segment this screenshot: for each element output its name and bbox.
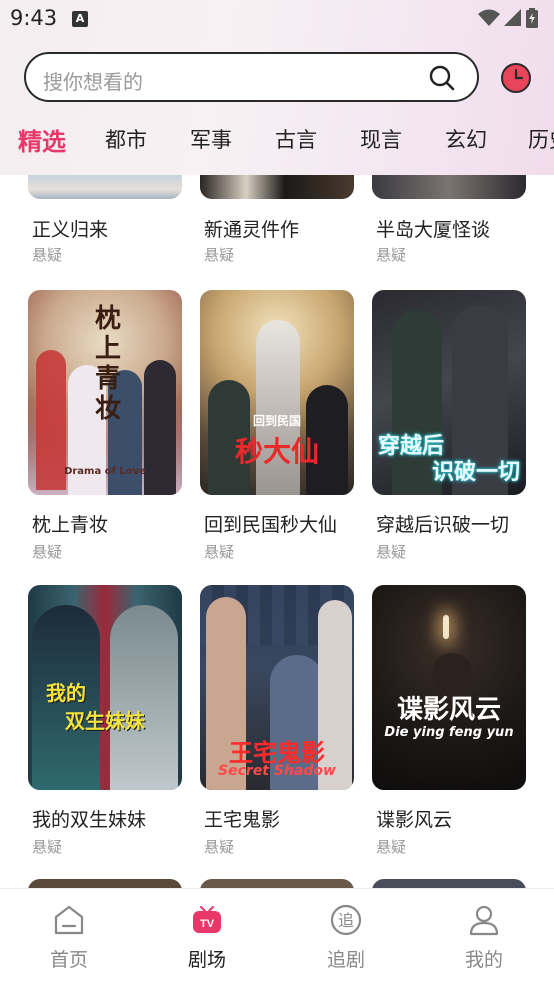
drama-genre-tag: 悬疑 — [204, 543, 235, 561]
drama-genre-tag: 悬疑 — [376, 838, 407, 856]
svg-text:追: 追 — [338, 911, 354, 930]
drama-genre-tag: 悬疑 — [204, 246, 235, 264]
signal-icon — [504, 9, 521, 26]
drama-title: 我的双生妹妹 — [32, 809, 147, 831]
drama-poster: 枕上青妆 Drama of Love — [28, 290, 182, 495]
drama-title: 王宅鬼影 — [204, 809, 281, 831]
tab-urban[interactable]: 都市 — [105, 124, 147, 154]
battery-icon — [526, 8, 538, 28]
status-bar: 9:43 A — [0, 0, 554, 38]
search-icon[interactable] — [429, 65, 455, 91]
drama-poster — [372, 175, 526, 199]
nav-label: 追剧 — [326, 949, 365, 971]
svg-text:TV: TV — [200, 918, 215, 930]
drama-card[interactable]: 我的 双生妹妹 我的双生妹妹 悬疑 — [28, 585, 182, 857]
poster-title: 秒大仙 — [234, 435, 319, 468]
drama-poster: 秒大仙 回到民国 — [200, 290, 354, 495]
drama-genre-tag: 悬疑 — [32, 246, 63, 264]
profile-icon — [469, 905, 499, 936]
drama-poster: 穿越后 识破一切 — [372, 290, 526, 495]
tab-history[interactable]: 历史 — [528, 124, 554, 154]
drama-genre-tag: 悬疑 — [204, 838, 235, 856]
status-indicators — [478, 8, 538, 28]
drama-title: 枕上青妆 — [32, 514, 109, 536]
status-time: 9:43 — [10, 6, 58, 30]
drama-poster — [200, 175, 354, 199]
tab-fantasy[interactable]: 玄幻 — [445, 124, 487, 154]
drama-poster: 谍影风云 Die ying feng yun — [372, 585, 526, 790]
drama-card[interactable]: 新通灵件作 悬疑 — [200, 175, 354, 270]
drama-card[interactable]: 穿越后 识破一切 穿越后识破一切 悬疑 — [372, 290, 526, 562]
drama-title: 谍影风云 — [376, 809, 453, 831]
poster-title: 我的 — [46, 681, 86, 705]
nav-label: 剧场 — [187, 949, 226, 971]
drama-title: 正义归来 — [32, 219, 109, 241]
poster-subtitle: 识破一切 — [431, 460, 520, 485]
nav-label: 我的 — [464, 949, 503, 971]
drama-genre-tag: 悬疑 — [32, 543, 63, 561]
tab-military[interactable]: 军事 — [190, 124, 232, 154]
history-clock-icon[interactable] — [500, 62, 532, 94]
home-icon — [54, 905, 84, 935]
poster-subtitle: Drama of Love — [64, 466, 146, 477]
drama-genre-tag: 悬疑 — [376, 246, 407, 264]
drama-card[interactable]: 半岛大厦怪谈 悬疑 — [372, 175, 526, 270]
wifi-icon — [478, 9, 500, 26]
follow-icon: 追 — [330, 904, 362, 936]
nav-home[interactable]: 首页 — [29, 903, 109, 972]
drama-title: 回到民国秒大仙 — [204, 514, 338, 536]
tab-modern-romance[interactable]: 现言 — [360, 124, 402, 154]
drama-poster[interactable] — [372, 879, 526, 888]
tab-ancient-romance[interactable]: 古言 — [275, 124, 317, 154]
notification-icon: A — [72, 11, 88, 27]
poster-title: 枕上青妆 — [94, 304, 121, 424]
drama-title: 穿越后识破一切 — [376, 514, 510, 536]
drama-card[interactable]: 正义归来 悬疑 — [28, 175, 182, 270]
nav-label: 首页 — [49, 949, 88, 971]
nav-follow[interactable]: 追 追剧 — [306, 903, 386, 972]
drama-poster: 我的 双生妹妹 — [28, 585, 182, 790]
poster-title: 谍影风云 — [396, 695, 501, 725]
nav-profile[interactable]: 我的 — [444, 903, 524, 972]
drama-card[interactable]: 枕上青妆 Drama of Love 枕上青妆 悬疑 — [28, 290, 182, 562]
bottom-navigation: 首页 TV 剧场 追 追剧 我的 — [0, 888, 554, 985]
drama-genre-tag: 悬疑 — [376, 543, 407, 561]
category-tabs: 精选 都市 军事 古言 现言 玄幻 历史 — [0, 120, 554, 162]
drama-card[interactable]: 谍影风云 Die ying feng yun 谍影风云 悬疑 — [372, 585, 526, 857]
drama-title: 新通灵件作 — [204, 219, 300, 241]
drama-poster[interactable] — [200, 879, 354, 888]
drama-poster[interactable] — [28, 879, 182, 888]
drama-poster — [28, 175, 182, 199]
drama-card[interactable]: 王宅鬼影 Secret Shadow 王宅鬼影 悬疑 — [200, 585, 354, 857]
drama-card[interactable]: 秒大仙 回到民国 回到民国秒大仙 悬疑 — [200, 290, 354, 562]
drama-grid: 正义归来 悬疑 新通灵件作 悬疑 半岛大厦怪谈 悬疑 枕上青妆 Drama of… — [0, 175, 554, 888]
drama-title: 半岛大厦怪谈 — [376, 219, 491, 241]
poster-subtitle: Secret Shadow — [218, 763, 336, 779]
nav-theater[interactable]: TV 剧场 — [167, 903, 247, 972]
poster-subtitle: 回到民国 — [252, 414, 301, 428]
tab-featured[interactable]: 精选 — [18, 122, 66, 157]
drama-poster: 王宅鬼影 Secret Shadow — [200, 585, 354, 790]
poster-subtitle: 双生妹妹 — [65, 709, 145, 733]
tv-icon: TV — [193, 906, 221, 933]
drama-genre-tag: 悬疑 — [32, 838, 63, 856]
poster-subtitle: Die ying feng yun — [384, 725, 514, 740]
search-placeholder: 搜你想看的 — [43, 70, 143, 94]
search-input[interactable]: 搜你想看的 — [24, 52, 479, 102]
